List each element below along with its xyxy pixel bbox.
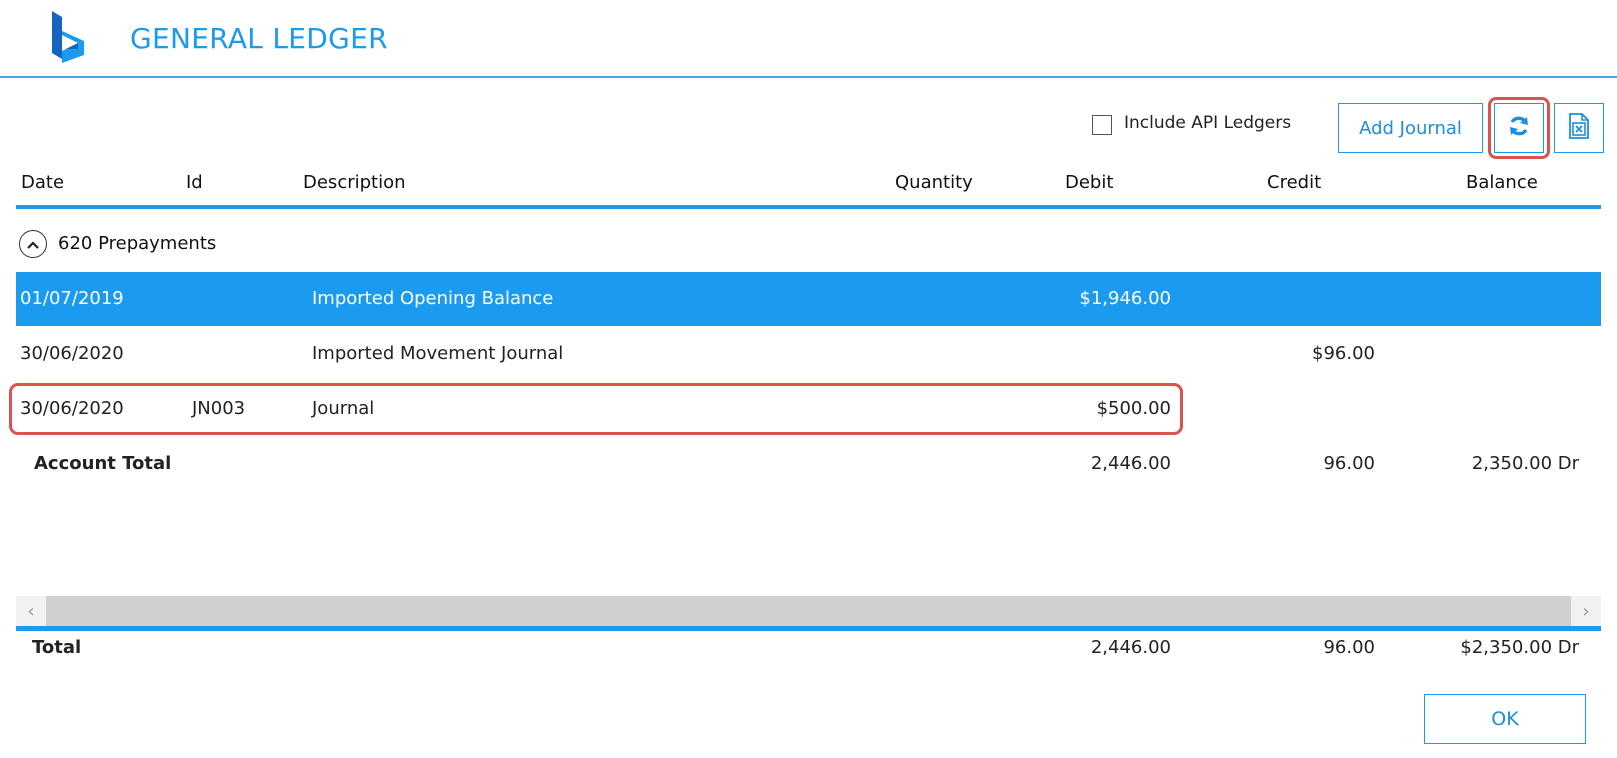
column-header-debit[interactable]: Debit xyxy=(1065,172,1113,193)
column-header-date[interactable]: Date xyxy=(21,172,64,193)
grand-total-credit: 96.00 xyxy=(1323,637,1375,658)
ok-button[interactable]: OK xyxy=(1424,694,1586,744)
page-title: GENERAL LEDGER xyxy=(130,22,388,55)
grand-total-balance: $2,350.00 Dr xyxy=(1460,637,1579,658)
row-debit: $1,946.00 xyxy=(1079,288,1171,309)
row-credit: $96.00 xyxy=(1312,343,1375,364)
grand-total-label: Total xyxy=(32,637,82,658)
column-header-balance[interactable]: Balance xyxy=(1466,172,1538,193)
row-description: Imported Movement Journal xyxy=(312,343,564,364)
group-collapse-toggle[interactable] xyxy=(19,230,47,258)
include-api-ledgers-label[interactable]: Include API Ledgers xyxy=(1124,113,1291,133)
row-date: 01/07/2019 xyxy=(20,288,124,309)
column-header-credit[interactable]: Credit xyxy=(1267,172,1321,193)
account-total-balance: 2,350.00 Dr xyxy=(1471,453,1579,474)
account-total-row: Account Total 2,446.00 96.00 2,350.00 Dr xyxy=(16,437,1601,491)
group-label: 620 Prepayments xyxy=(58,233,217,254)
account-total-credit: 96.00 xyxy=(1323,453,1375,474)
account-total-debit: 2,446.00 xyxy=(1090,453,1171,474)
table-row[interactable]: 30/06/2020 Imported Movement Journal $96… xyxy=(16,327,1601,381)
column-header-description[interactable]: Description xyxy=(303,172,406,193)
table-row[interactable]: 01/07/2019 Imported Opening Balance $1,9… xyxy=(16,272,1601,326)
row-highlight xyxy=(9,383,1183,435)
header-divider xyxy=(0,76,1617,78)
export-excel-button[interactable] xyxy=(1554,103,1604,153)
account-total-label: Account Total xyxy=(34,453,172,474)
row-date: 30/06/2020 xyxy=(20,343,124,364)
chevron-up-icon xyxy=(27,235,39,254)
header-underline xyxy=(16,205,1601,209)
refresh-button-highlight xyxy=(1488,97,1550,159)
grand-total-row: Total 2,446.00 96.00 $2,350.00 Dr xyxy=(16,621,1601,675)
row-description: Imported Opening Balance xyxy=(312,288,554,309)
column-header-id[interactable]: Id xyxy=(186,172,203,193)
excel-export-icon xyxy=(1568,113,1590,143)
column-header-quantity[interactable]: Quantity xyxy=(895,172,973,193)
add-journal-button[interactable]: Add Journal xyxy=(1338,103,1483,153)
app-logo-icon xyxy=(48,9,88,65)
include-api-ledgers-checkbox[interactable] xyxy=(1092,115,1112,135)
grand-total-debit: 2,446.00 xyxy=(1090,637,1171,658)
